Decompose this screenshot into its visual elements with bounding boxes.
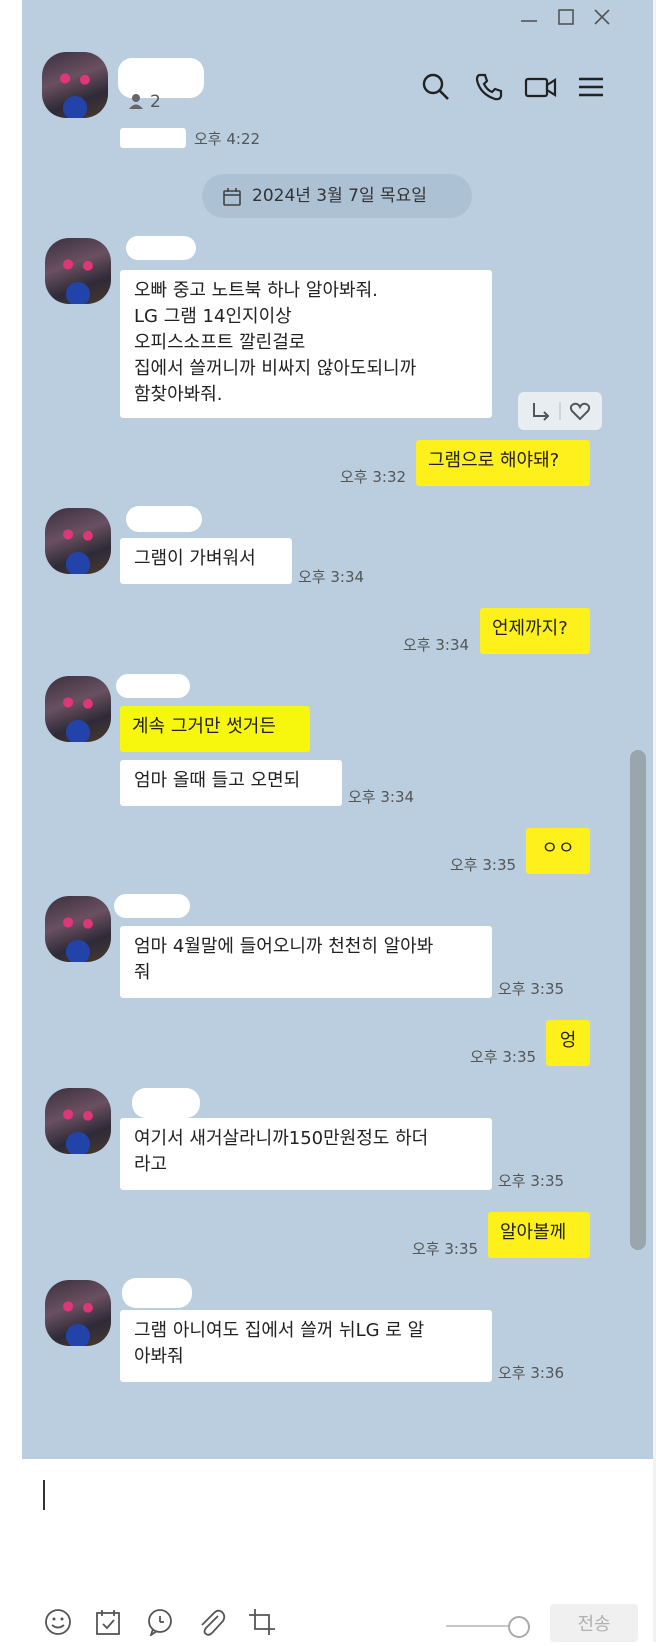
member-count[interactable]: 2 xyxy=(128,92,161,112)
sender-avatar[interactable] xyxy=(45,676,111,742)
message-bubble[interactable]: 오빠 중고 노트북 하나 알아봐줘. LG 그램 14인지이상 오피스소프트 깔… xyxy=(120,270,492,418)
redacted-name xyxy=(122,1278,192,1308)
message-actions xyxy=(518,392,602,430)
message-bubble[interactable]: 여기서 새거살라니까150만원정도 하더 라고 xyxy=(120,1118,492,1190)
chat-icon[interactable] xyxy=(146,1608,174,1640)
phone-icon[interactable] xyxy=(474,72,504,106)
menu-icon[interactable] xyxy=(577,72,605,106)
message-time: 오후 3:34 xyxy=(298,568,365,586)
maximize-icon[interactable] xyxy=(555,6,577,31)
date-divider: 2024년 3월 7일 목요일 xyxy=(202,174,472,218)
message-time: 오후 3:34 xyxy=(348,788,415,806)
sender-avatar[interactable] xyxy=(45,238,111,304)
message-bubble[interactable]: 그램 아니여도 집에서 쓸꺼 뉘LG 로 알 아봐줘 xyxy=(120,1310,492,1382)
redacted-name xyxy=(126,236,196,260)
message-time: 오후 3:35 xyxy=(450,856,517,874)
attach-icon[interactable] xyxy=(196,1608,226,1640)
calendar-icon xyxy=(223,188,241,206)
message-time: 오후 3:36 xyxy=(498,1364,565,1382)
schedule-icon[interactable] xyxy=(94,1608,122,1640)
my-message-bubble[interactable]: 엉 xyxy=(546,1020,590,1066)
partial-message[interactable] xyxy=(120,128,186,148)
person-icon xyxy=(129,94,143,109)
sender-avatar[interactable] xyxy=(45,1280,111,1346)
redacted-name xyxy=(114,894,190,918)
slider-handle[interactable] xyxy=(508,1616,530,1638)
opacity-slider[interactable] xyxy=(446,1625,514,1627)
message-time: 오후 3:35 xyxy=(498,980,565,998)
message-time: 오후 3:35 xyxy=(498,1172,565,1190)
date-text: 2024년 3월 7일 목요일 xyxy=(252,186,427,206)
message-bubble[interactable]: 엄마 4월말에 들어오니까 천천히 알아봐 줘 xyxy=(120,926,492,998)
redacted-name xyxy=(116,674,190,698)
message-time: 오후 3:34 xyxy=(403,636,470,654)
my-message-bubble[interactable]: ㅇㅇ xyxy=(526,828,590,874)
sender-avatar[interactable] xyxy=(45,896,111,962)
share-icon[interactable] xyxy=(533,403,550,421)
my-message-bubble[interactable]: 그램으로 해야돼? xyxy=(416,440,590,486)
message-bubble[interactable]: 계속 그거만 썻거든 xyxy=(120,706,310,752)
minimize-icon[interactable] xyxy=(518,6,540,31)
message-time: 오후 4:22 xyxy=(194,130,261,148)
my-message-bubble[interactable]: 알아볼께 xyxy=(488,1212,590,1258)
heart-icon[interactable] xyxy=(569,402,591,421)
close-icon[interactable] xyxy=(591,6,613,31)
search-icon[interactable] xyxy=(421,72,451,106)
video-icon[interactable] xyxy=(524,72,558,106)
message-bubble[interactable]: 엄마 올때 들고 오면되 xyxy=(120,760,342,806)
text-caret xyxy=(43,1480,45,1510)
chat-scrollbar[interactable] xyxy=(630,750,646,1250)
message-time: 오후 3:35 xyxy=(470,1048,537,1066)
profile-avatar[interactable] xyxy=(42,52,108,118)
redacted-name xyxy=(126,506,202,532)
emoji-icon[interactable] xyxy=(44,1608,72,1640)
sender-avatar[interactable] xyxy=(45,1088,111,1154)
chat-window xyxy=(22,0,653,1642)
send-button[interactable]: 전송 xyxy=(550,1604,638,1642)
message-time: 오후 3:32 xyxy=(340,468,407,486)
left-margin xyxy=(0,0,22,1642)
sender-avatar[interactable] xyxy=(45,508,111,574)
redacted-name xyxy=(132,1088,200,1118)
member-count-value: 2 xyxy=(150,92,161,112)
capture-icon[interactable] xyxy=(248,1608,276,1640)
my-message-bubble[interactable]: 언제까지? xyxy=(480,608,590,654)
message-time: 오후 3:35 xyxy=(412,1240,479,1258)
message-bubble[interactable]: 그램이 가벼워서 xyxy=(120,538,292,584)
